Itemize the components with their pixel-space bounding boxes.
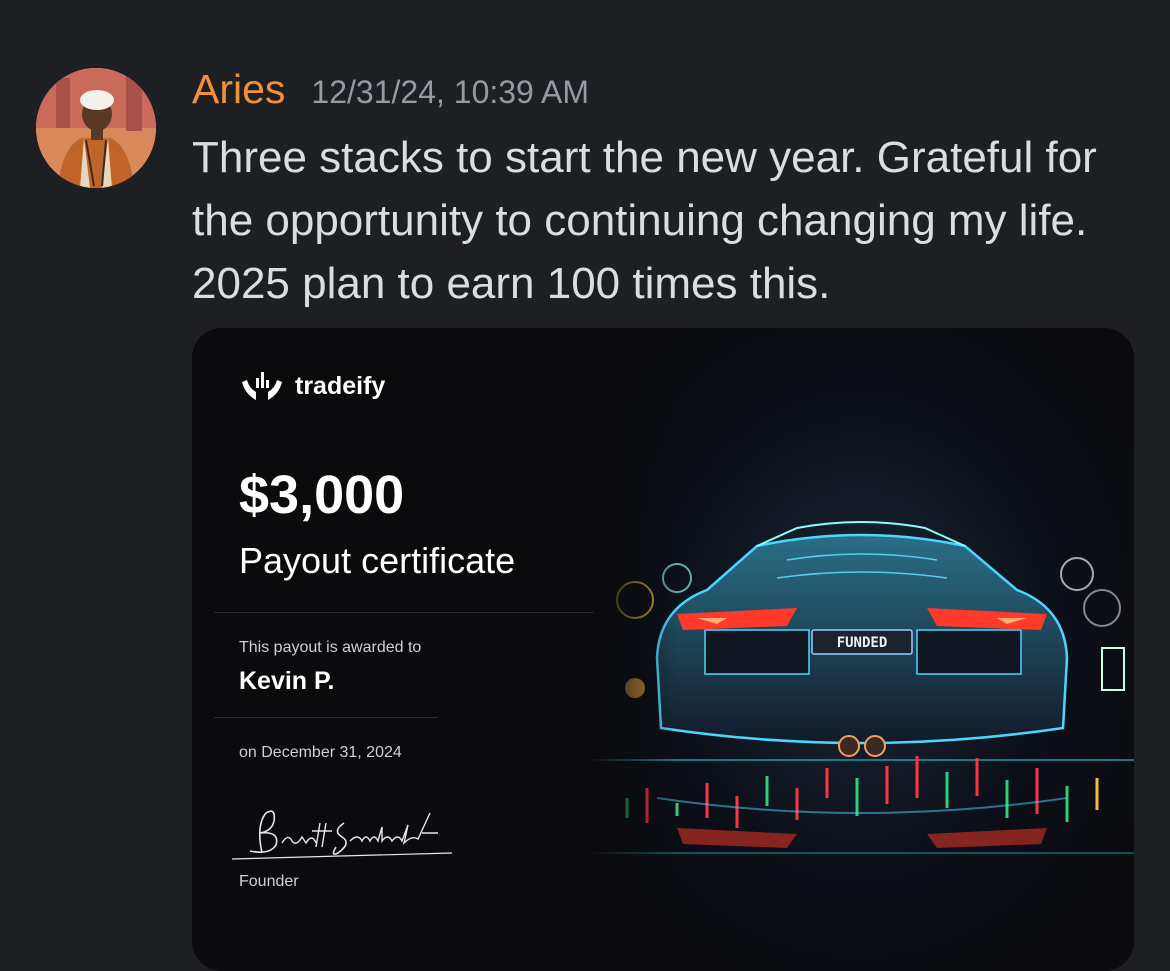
awarded-label: This payout is awarded to — [239, 639, 422, 656]
certificate-subtitle: Payout certificate — [239, 540, 516, 581]
message-timestamp: 12/31/24, 10:39 AM — [311, 74, 589, 110]
tradeify-logo: tradeify — [239, 368, 385, 404]
message-header: Aries 12/31/24, 10:39 AM — [192, 66, 589, 113]
recipient-name: Kevin P. — [239, 667, 335, 695]
avatar-photo — [36, 68, 156, 188]
username[interactable]: Aries — [192, 66, 285, 113]
image-attachment[interactable]: FUNDED tradeify $3,000 Payout certificat… — [192, 328, 1134, 971]
license-plate: FUNDED — [837, 635, 888, 651]
car-illustration: FUNDED — [587, 328, 1134, 971]
brand-name: tradeify — [295, 371, 386, 400]
founder-signature — [232, 810, 452, 860]
award-date: on December 31, 2024 — [239, 744, 402, 761]
signer-role: Founder — [239, 873, 299, 890]
divider — [214, 717, 438, 718]
payout-amount: $3,000 — [239, 465, 405, 525]
divider — [214, 612, 594, 613]
message-text: Three stacks to start the new year. Grat… — [192, 133, 1097, 308]
user-avatar[interactable] — [36, 68, 156, 188]
hands-chart-icon — [242, 372, 282, 400]
